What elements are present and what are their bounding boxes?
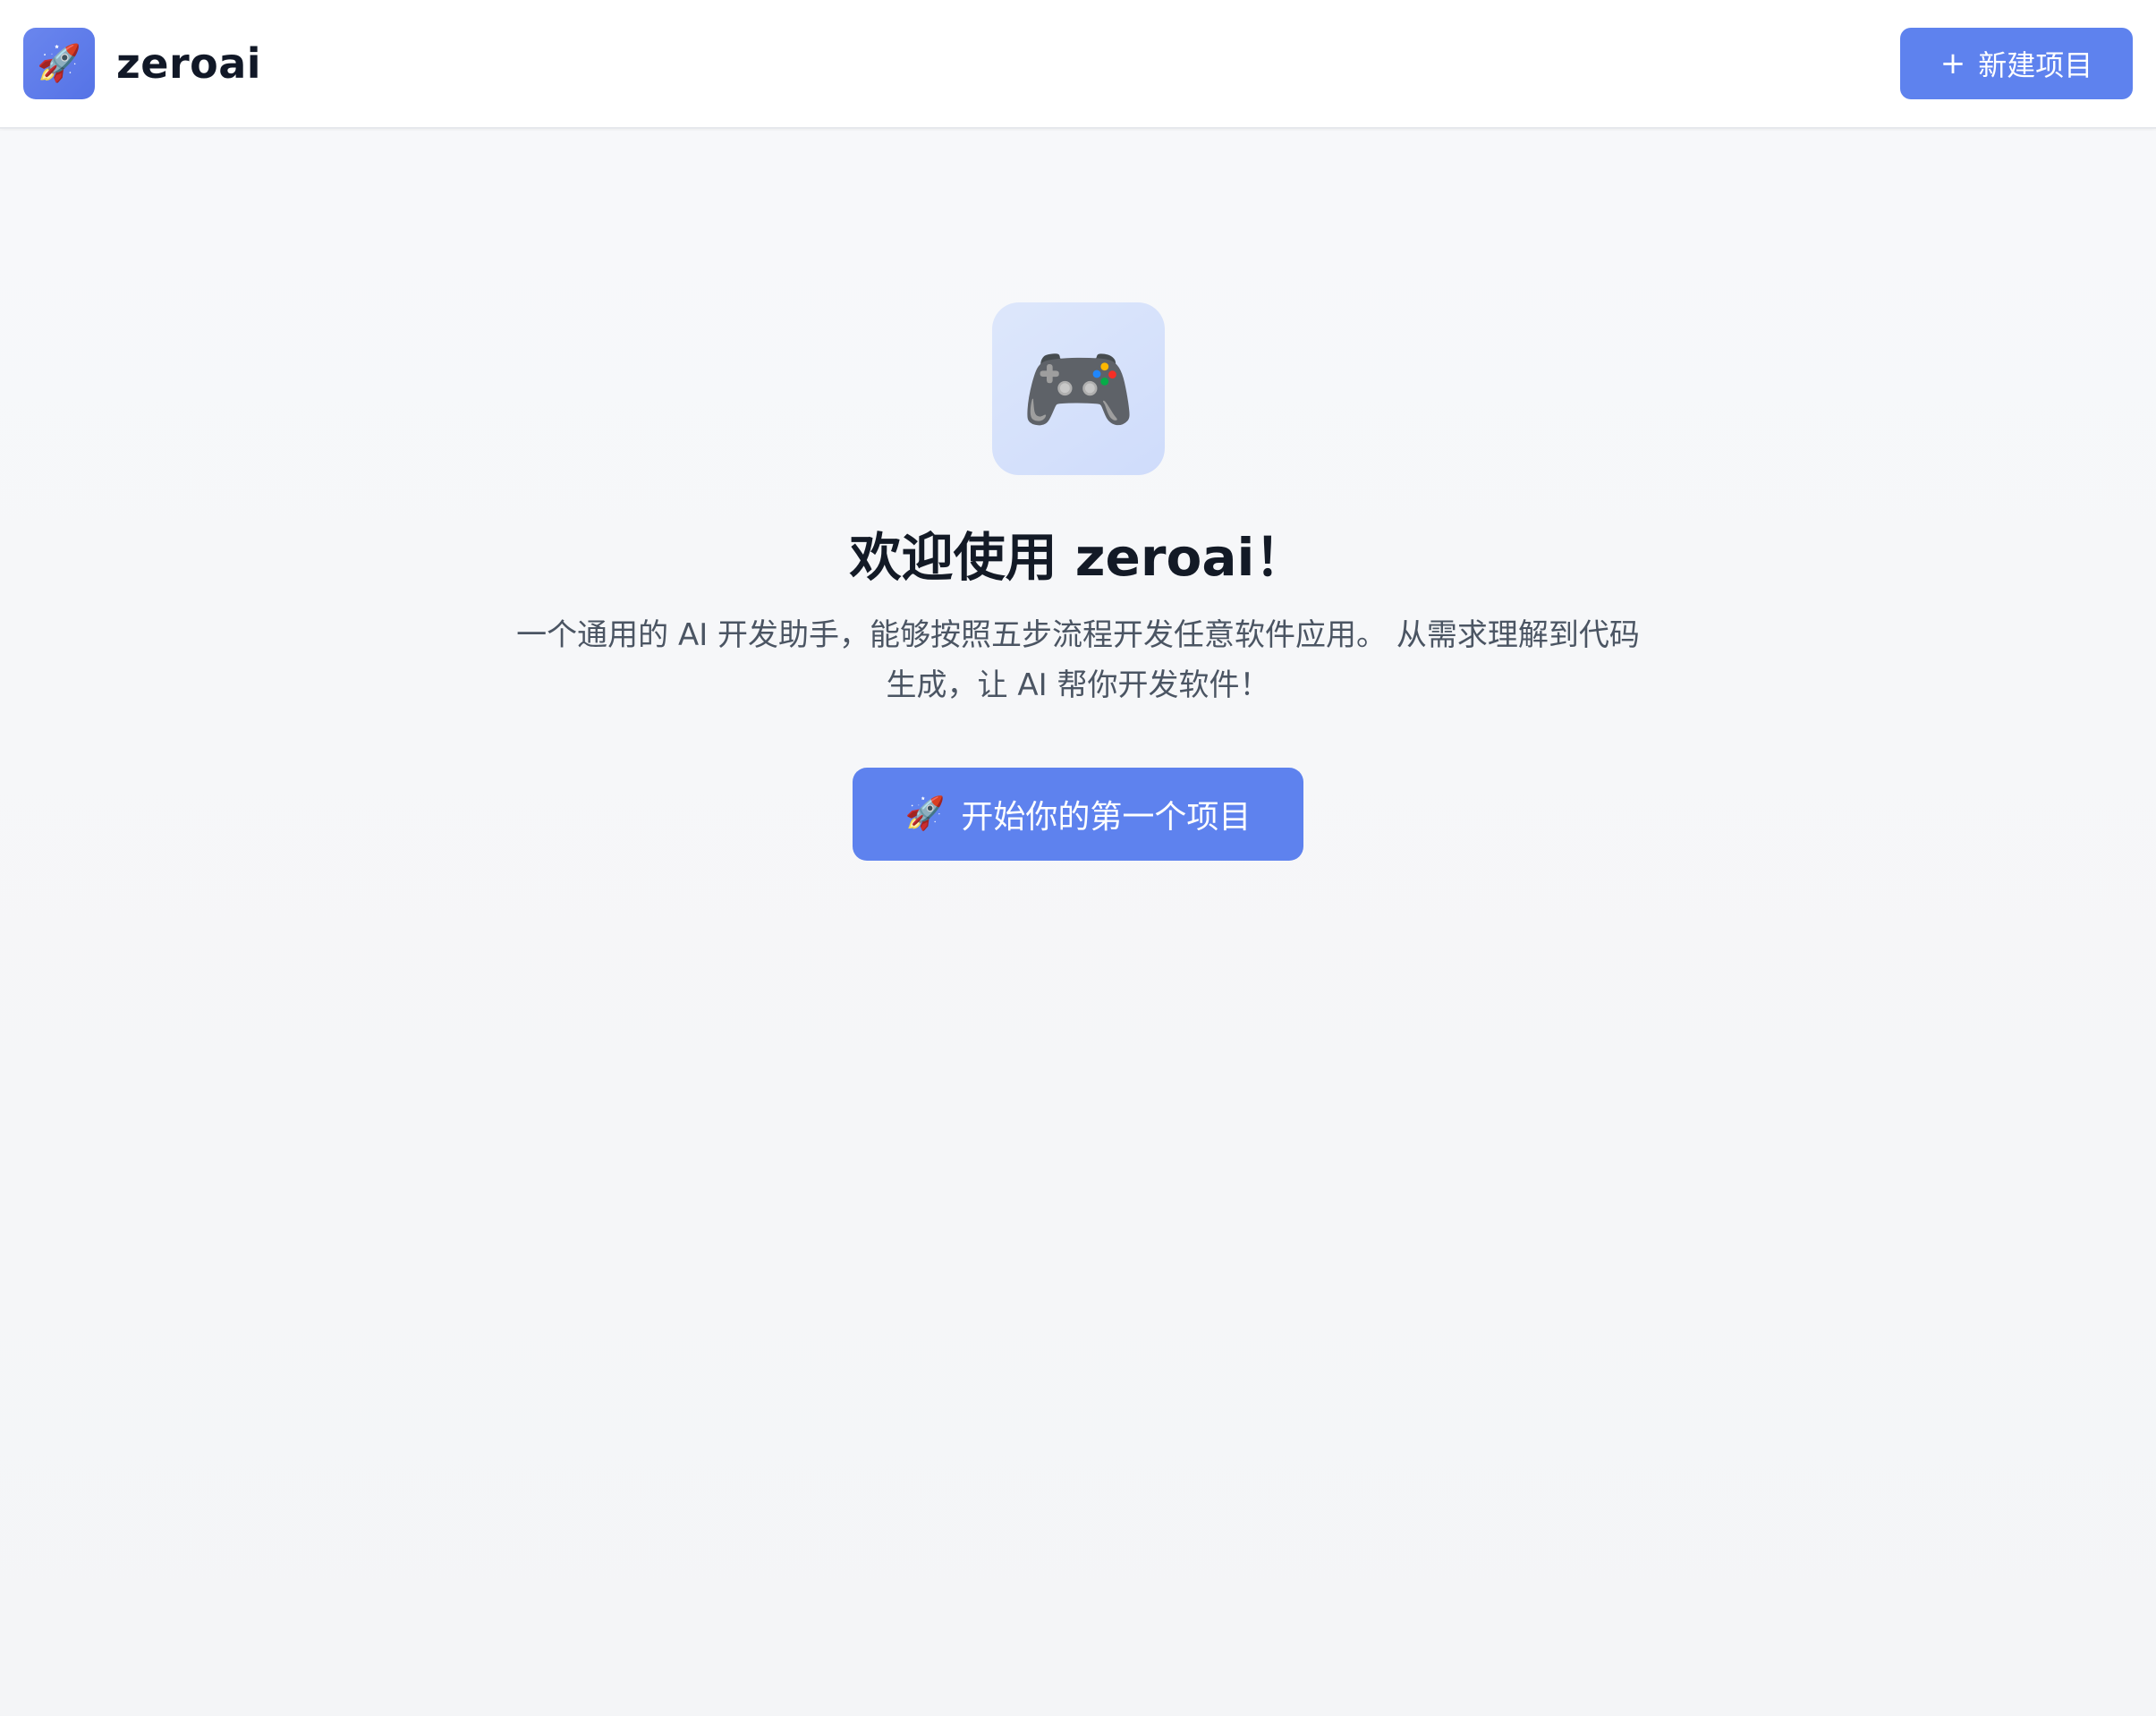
start-first-project-button[interactable]: 🚀 开始你的第一个项目: [853, 768, 1303, 861]
description-line-1: 一个通用的 AI 开发助手，能够按照五步流程开发任意软件应用。 从需求理解到代码: [516, 617, 1640, 653]
rocket-icon: 🚀: [904, 795, 946, 832]
plus-icon: +: [1940, 46, 1966, 81]
welcome-description: 一个通用的 AI 开发助手，能够按照五步流程开发任意软件应用。 从需求理解到代码…: [474, 610, 1682, 710]
new-project-button[interactable]: + 新建项目: [1900, 28, 2133, 99]
new-project-label: 新建项目: [1978, 48, 2093, 82]
start-first-project-label: 开始你的第一个项目: [961, 799, 1252, 836]
brand-name: zeroai: [116, 39, 262, 88]
gamepad-icon: 🎮: [992, 302, 1165, 475]
rocket-icon: 🚀: [23, 28, 95, 99]
description-line-2: 生成，让 AI 帮你开发软件！: [886, 667, 1270, 703]
app-header: 🚀 zeroai + 新建项目: [0, 0, 2156, 129]
welcome-title: 欢迎使用 zeroai！: [849, 527, 1307, 588]
brand[interactable]: 🚀 zeroai: [23, 28, 261, 99]
welcome-panel: 🎮 欢迎使用 zeroai！ 一个通用的 AI 开发助手，能够按照五步流程开发任…: [0, 131, 2156, 1716]
